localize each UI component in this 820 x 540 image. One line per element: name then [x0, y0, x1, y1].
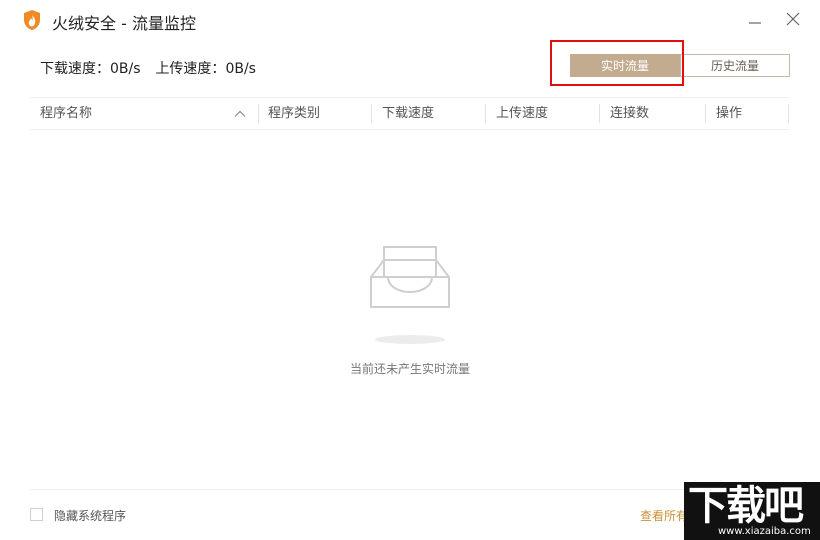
empty-state-shadow: [375, 335, 445, 344]
column-header-download-speed[interactable]: 下载速度: [382, 98, 434, 129]
empty-state-message: 当前还未产生实时流量: [349, 362, 470, 376]
table-header: 程序名称 程序类别 下载速度 上传速度 连接数 操作: [30, 97, 790, 130]
minimize-button[interactable]: [746, 10, 764, 28]
download-speed-label: 下载速度：: [40, 61, 110, 77]
column-header-actions[interactable]: 操作: [716, 98, 742, 129]
view-all-link[interactable]: 查看所有: [640, 507, 690, 524]
column-header-program-name[interactable]: 程序名称: [40, 98, 92, 129]
upload-speed-label: 上传速度：: [155, 61, 226, 77]
column-divider[interactable]: [599, 104, 600, 123]
window-title: 火绒安全 - 流量监控: [52, 14, 196, 33]
footer-divider: [30, 489, 790, 490]
column-divider: [788, 104, 789, 123]
watermark-url: www.xiazaiba.com: [718, 526, 811, 537]
download-speed-value: 0B/s: [110, 61, 141, 77]
column-header-upload-speed[interactable]: 上传速度: [496, 98, 548, 129]
speed-summary: 下载速度：0B/s 上传速度：0B/s: [40, 58, 256, 78]
tab-realtime-traffic[interactable]: 实时流量: [570, 54, 680, 77]
hide-system-programs-label[interactable]: 隐藏系统程序: [54, 507, 126, 524]
column-divider[interactable]: [705, 104, 706, 123]
tab-history-traffic[interactable]: 历史流量: [680, 54, 790, 77]
hide-system-programs-checkbox[interactable]: [30, 508, 43, 521]
column-header-program-type[interactable]: 程序类别: [268, 98, 320, 129]
watermark-logo: 下载吧 www.xiazaiba.com: [684, 482, 820, 540]
watermark-main-text: 下载吧: [688, 483, 804, 529]
chevron-up-icon[interactable]: [233, 106, 247, 120]
column-divider[interactable]: [485, 104, 486, 123]
close-icon: [786, 12, 800, 26]
column-divider[interactable]: [258, 104, 259, 123]
huorong-logo-icon: [22, 9, 42, 31]
close-button[interactable]: [784, 10, 802, 28]
minimize-icon: [749, 22, 761, 24]
upload-speed-value: 0B/s: [225, 61, 256, 77]
column-divider[interactable]: [371, 104, 372, 123]
empty-tray-icon: [370, 246, 450, 308]
column-header-connections[interactable]: 连接数: [610, 98, 649, 129]
